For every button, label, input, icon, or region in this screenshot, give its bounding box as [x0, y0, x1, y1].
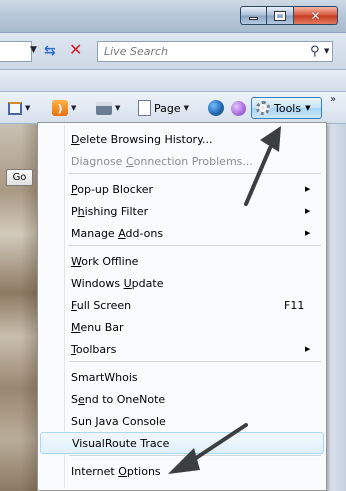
menu-item[interactable]: Manage Add-ons ▶	[40, 222, 324, 244]
page-icon	[138, 100, 151, 116]
menu-item[interactable]: Full Screen F11	[40, 294, 324, 316]
menu-item-label: Manage Add-ons	[71, 226, 164, 240]
title-bar: ✕	[0, 0, 346, 33]
feeds-button[interactable]: ) ▼	[52, 99, 76, 117]
globe-icon	[208, 100, 224, 116]
maximize-icon	[274, 10, 286, 21]
menu-item-label: Work Offline	[71, 254, 139, 268]
menu-separator	[69, 245, 321, 246]
menu-item-label: Phishing Filter	[71, 204, 149, 218]
chevron-down-icon[interactable]: ▼	[71, 104, 76, 112]
search-dropdown-icon[interactable]: ▼	[324, 47, 329, 55]
go-button[interactable]: Go	[6, 169, 33, 186]
tools-menu: Delete Browsing History... Diagnose Conne…	[37, 122, 327, 491]
home-icon	[8, 101, 22, 115]
menu-item[interactable]: Pop-up Blocker ▶	[40, 178, 324, 200]
command-bar: ▼ ) ▼ ▼ Page ▼ Tools ▼ »	[0, 92, 346, 124]
menu-item[interactable]: Work Offline	[40, 250, 324, 272]
tab-strip	[0, 70, 346, 92]
menu-item-label: Pop-up Blocker	[71, 182, 154, 196]
minimize-icon	[249, 17, 258, 20]
stop-icon[interactable]: ✕	[69, 42, 85, 58]
tools-button[interactable]: Tools ▼	[251, 97, 322, 119]
menu-item-label: Windows Update	[71, 276, 164, 290]
chevron-down-icon: ▼	[305, 104, 311, 112]
menu-item[interactable]: VisualRoute Trace	[40, 432, 324, 454]
menu-item-label: Sun Java Console	[71, 414, 166, 428]
menu-item[interactable]: Phishing Filter ▶	[40, 200, 324, 222]
submenu-arrow-icon: ▶	[305, 229, 311, 237]
address-dropdown-icon[interactable]: ▼	[30, 45, 37, 55]
submenu-arrow-icon: ▶	[305, 345, 311, 353]
tools-label: Tools	[274, 101, 302, 115]
menu-item[interactable]: Delete Browsing History...	[40, 128, 324, 150]
menu-item-label: Toolbars	[71, 342, 117, 356]
refresh-icon[interactable]: ⇆	[44, 43, 62, 59]
gear-icon	[256, 101, 270, 115]
menu-item[interactable]: Send to OneNote	[40, 388, 324, 410]
address-input[interactable]	[0, 41, 32, 62]
menu-item-label: VisualRoute Trace	[72, 436, 170, 450]
menu-item-label: Diagnose Connection Problems...	[71, 154, 253, 168]
menu-item[interactable]: Toolbars ▶	[40, 338, 324, 360]
maximize-button[interactable]	[267, 6, 294, 25]
window-controls: ✕	[240, 6, 338, 26]
menu-item-label: Send to OneNote	[71, 392, 166, 406]
search-icon[interactable]: ⚲	[310, 44, 320, 59]
close-icon: ✕	[310, 8, 321, 23]
menu-item[interactable]: Internet Options	[40, 460, 324, 482]
menu-item-label: Menu Bar	[71, 320, 124, 334]
menu-item[interactable]: SmartWhois	[40, 366, 324, 388]
menu-separator	[69, 455, 321, 456]
menu-item[interactable]: Windows Update	[40, 272, 324, 294]
menu-item-label: Internet Options	[71, 464, 161, 478]
search-input[interactable]	[98, 42, 298, 61]
submenu-arrow-icon: ▶	[305, 185, 311, 193]
search-box: ⚲ ▼	[97, 41, 333, 62]
address-row: ▼ ⇆ ✕ ⚲ ▼	[0, 33, 346, 70]
menu-item[interactable]: Sun Java Console	[40, 410, 324, 432]
home-button[interactable]: ▼	[8, 99, 30, 117]
menu-separator	[69, 173, 321, 174]
minimize-button[interactable]	[240, 6, 267, 25]
page-label: Page	[154, 101, 181, 115]
chevron-down-icon[interactable]: ▼	[25, 104, 30, 112]
print-icon	[96, 101, 112, 115]
chevron-more-icon[interactable]: »	[330, 94, 336, 105]
messenger-icon	[231, 100, 246, 116]
rss-icon: )	[52, 100, 68, 116]
close-button[interactable]: ✕	[294, 6, 338, 25]
page-button[interactable]: Page ▼	[138, 99, 189, 117]
submenu-arrow-icon: ▶	[305, 207, 311, 215]
chevron-down-icon[interactable]: ▼	[115, 104, 120, 112]
menu-separator	[69, 361, 321, 362]
menu-item-label: Full Screen	[71, 298, 132, 312]
messenger-button[interactable]	[231, 99, 246, 117]
research-button[interactable]	[208, 99, 224, 117]
menu-item-label: SmartWhois	[71, 370, 138, 384]
menu-item: Diagnose Connection Problems...	[40, 150, 324, 172]
print-button[interactable]: ▼	[96, 99, 120, 117]
menu-item[interactable]: Menu Bar	[40, 316, 324, 338]
chevron-down-icon: ▼	[183, 104, 190, 112]
scrollbar[interactable]	[327, 124, 346, 491]
menu-shortcut: F11	[284, 298, 305, 312]
menu-item-label: Delete Browsing History...	[71, 132, 213, 146]
